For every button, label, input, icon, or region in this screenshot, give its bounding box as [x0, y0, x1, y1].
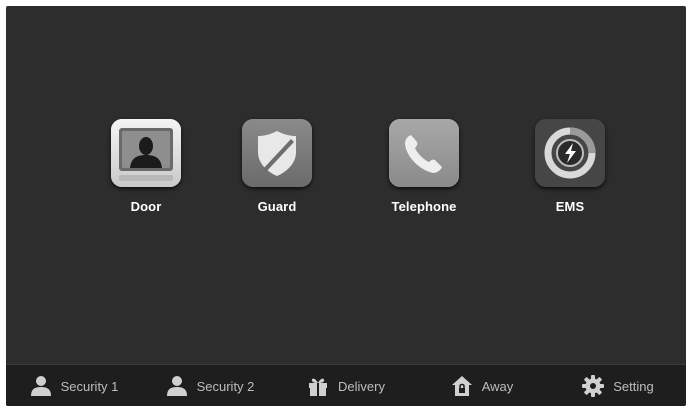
nav-setting[interactable]: Setting: [550, 365, 686, 406]
gift-icon: [307, 375, 329, 397]
door-app[interactable]: Door: [96, 119, 196, 214]
guard-label: Guard: [257, 199, 297, 214]
door-app-tile[interactable]: [111, 119, 181, 187]
nav-security-1[interactable]: Security 1: [6, 365, 142, 406]
nav-security-1-label: Security 1: [60, 378, 119, 394]
app-grid: Door Guard Telephone EMS: [6, 6, 686, 364]
lightning-gauge-icon: [535, 119, 605, 187]
door-label: Door: [130, 199, 162, 214]
home-screen: Door Guard Telephone EMS Security 1 Secu…: [6, 6, 686, 406]
guard-app-tile[interactable]: [242, 119, 312, 187]
telephone-app-tile[interactable]: [389, 119, 459, 187]
ems-label: EMS: [555, 199, 585, 214]
person-icon: [30, 375, 52, 397]
shield-icon: [242, 119, 312, 187]
telephone-app[interactable]: Telephone: [374, 119, 474, 214]
nav-setting-label: Setting: [613, 378, 654, 394]
nav-security-2[interactable]: Security 2: [142, 365, 278, 406]
person-icon: [166, 375, 188, 397]
nav-delivery-label: Delivery: [338, 378, 385, 394]
gear-icon: [582, 375, 605, 397]
telephone-label: Telephone: [391, 199, 457, 214]
door-camera-icon: [111, 119, 181, 187]
ems-app-tile[interactable]: [535, 119, 605, 187]
house-lock-icon: [451, 375, 473, 397]
nav-away-label: Away: [481, 378, 514, 394]
nav-security-2-label: Security 2: [196, 378, 255, 394]
ems-app[interactable]: EMS: [520, 119, 620, 214]
bottom-nav-bar: Security 1 Security 2 Delivery Away Sett…: [6, 364, 686, 406]
phone-icon: [389, 119, 459, 187]
guard-app[interactable]: Guard: [227, 119, 327, 214]
nav-away[interactable]: Away: [414, 365, 550, 406]
nav-delivery[interactable]: Delivery: [278, 365, 414, 406]
